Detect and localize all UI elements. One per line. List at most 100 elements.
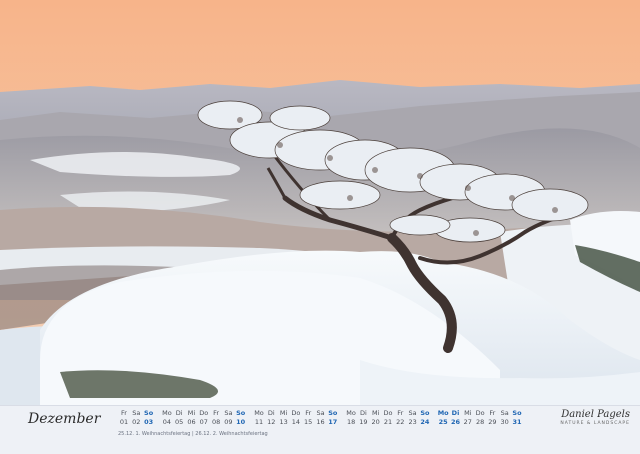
day-number: 18: [346, 418, 356, 426]
day-number: 12: [267, 418, 276, 426]
day-name: Fr: [489, 409, 496, 417]
calendar-day: Fr 22: [394, 409, 406, 428]
calendar-day: Do 28: [474, 409, 486, 428]
day-number: 21: [383, 418, 393, 426]
day-name: So: [328, 409, 338, 417]
day-name: Mi: [371, 409, 380, 417]
day-number: 23: [408, 418, 417, 426]
day-name: Do: [291, 409, 301, 417]
day-number: 26: [450, 418, 460, 426]
calendar-day: Mo 25: [437, 409, 449, 428]
day-name: Fr: [397, 409, 404, 417]
day-name: Sa: [132, 409, 141, 417]
calendar-day: Mo 04: [161, 409, 173, 428]
day-name: Fr: [213, 409, 220, 417]
calendar-day: Di 26: [449, 409, 461, 428]
calendar-day: Di 05: [173, 409, 185, 428]
day-number: 14: [291, 418, 301, 426]
day-name: Do: [475, 409, 485, 417]
calendar-day: Mo 11: [253, 409, 265, 428]
calendar-day: Fr 29: [486, 409, 498, 428]
day-number: 30: [500, 418, 509, 426]
calendar-day: Di 19: [357, 409, 369, 428]
day-name: Di: [267, 409, 275, 417]
calendar-day: So 10: [235, 409, 247, 428]
calendar-day: Mo 18: [345, 409, 357, 428]
day-name: So: [512, 409, 522, 417]
day-number: 08: [211, 418, 221, 426]
day-number: 06: [187, 418, 196, 426]
calendar-day: Sa 16: [315, 409, 327, 428]
day-name: Mi: [464, 409, 472, 417]
day-name: Di: [359, 409, 367, 417]
calendar-day: Do 14: [290, 409, 302, 428]
brand-tagline: NATURE & LANDSCAPE: [560, 421, 630, 426]
day-name: Mo: [254, 409, 264, 417]
day-number: 19: [359, 418, 368, 426]
day-number: 27: [463, 418, 472, 426]
day-name: Di: [175, 409, 183, 417]
calendar-day: Sa 02: [130, 409, 142, 428]
day-name: Mi: [187, 409, 196, 417]
day-number: 15: [304, 418, 313, 426]
day-number: 09: [224, 418, 233, 426]
day-number: 20: [371, 418, 380, 426]
month-title: Dezember: [28, 411, 101, 427]
brand-script: Daniel Pagels: [561, 409, 630, 420]
day-name: So: [420, 409, 430, 417]
day-number: 28: [475, 418, 485, 426]
day-number: 05: [175, 418, 184, 426]
day-number: 04: [162, 418, 172, 426]
calendar-day: So 17: [327, 409, 339, 428]
day-name: Sa: [224, 409, 233, 417]
day-name: Fr: [121, 409, 127, 417]
day-name: Mo: [437, 409, 449, 417]
calendar-day: So 24: [419, 409, 431, 428]
day-number: 17: [328, 418, 338, 426]
calendar-day: Di 12: [265, 409, 277, 428]
calendar-day: Fr 08: [210, 409, 222, 428]
day-name: Mo: [346, 409, 356, 417]
holiday-notes: 25.12. 1. Weihnachtsfeiertag | 26.12. 2.…: [118, 431, 268, 437]
calendar-day: Mi 06: [185, 409, 197, 428]
day-name: Sa: [316, 409, 325, 417]
day-name: Sa: [408, 409, 417, 417]
day-number: 03: [144, 418, 154, 426]
calendar-day: Do 21: [382, 409, 394, 428]
day-name: Mi: [279, 409, 288, 417]
brand-logo: Daniel Pagels NATURE & LANDSCAPE: [560, 409, 630, 426]
day-name: Fr: [305, 409, 312, 417]
day-name: Do: [383, 409, 393, 417]
calendar-day: So 31: [511, 409, 523, 428]
landscape-photo: [0, 0, 640, 405]
calendar-day: Mi 13: [278, 409, 290, 428]
day-number: 07: [199, 418, 208, 426]
calendar-day: Mi 27: [462, 409, 474, 428]
day-number: 25: [438, 418, 448, 426]
day-number: 31: [512, 418, 522, 426]
calendar-day: Fr 01: [118, 409, 130, 428]
calendar-day: Sa 23: [407, 409, 419, 428]
day-name: Mo: [162, 409, 172, 417]
day-name: So: [144, 409, 154, 417]
day-name: Sa: [500, 409, 509, 417]
day-number: 29: [488, 418, 497, 426]
day-name: Do: [199, 409, 209, 417]
calendar-day: Mi 20: [370, 409, 382, 428]
calendar-day: Sa 30: [499, 409, 511, 428]
day-number: 01: [119, 418, 129, 426]
day-number: 13: [279, 418, 288, 426]
snowy-pine-landscape: [0, 0, 640, 405]
day-number: 02: [132, 418, 141, 426]
day-name: So: [236, 409, 246, 417]
day-name: Di: [451, 409, 460, 417]
day-number: 10: [236, 418, 246, 426]
day-number: 22: [396, 418, 405, 426]
calendar-day: Fr 15: [302, 409, 314, 428]
day-number: 11: [254, 418, 264, 426]
calendar-day: Do 07: [198, 409, 210, 428]
calendar-day: So 03: [143, 409, 155, 428]
day-number: 24: [420, 418, 430, 426]
day-number: 16: [316, 418, 325, 426]
calendar-day: Sa 09: [222, 409, 234, 428]
